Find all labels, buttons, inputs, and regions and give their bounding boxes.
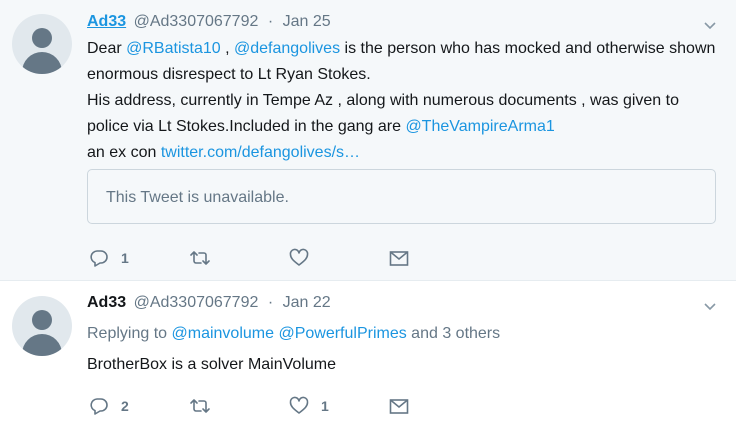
separator-dot: · (267, 13, 274, 30)
tweet-date[interactable]: Jan 25 (283, 13, 331, 30)
separator-dot: · (267, 294, 274, 311)
replying-suffix[interactable]: and 3 others (407, 325, 500, 342)
user-name[interactable]: Ad33 (87, 294, 126, 311)
replying-to: Replying to @mainvolume @PowerfulPrimes … (87, 321, 717, 347)
user-handle[interactable]: @Ad3307067792 (134, 13, 259, 30)
tweet-text-line-2: His address, currently in Tempe Az , alo… (87, 88, 717, 140)
mention-link[interactable]: @PowerfulPrimes (278, 325, 406, 342)
direct-message-button[interactable] (389, 247, 409, 269)
reply-count: 1 (121, 250, 129, 266)
like-button[interactable] (289, 247, 321, 269)
heart-icon (289, 396, 309, 414)
chevron-down-icon[interactable] (704, 303, 716, 311)
text-segment: Dear (87, 40, 127, 57)
avatar-head (32, 310, 52, 330)
retweet-icon (190, 251, 210, 265)
unavailable-text: This Tweet is unavailable. (106, 189, 289, 206)
avatar-head (32, 28, 52, 48)
tweet-text-line-1: Dear @RBatista10 , @defangolives is the … (87, 36, 717, 88)
url-link[interactable]: twitter.com/defangolives/s… (161, 144, 360, 161)
mention-link[interactable]: @TheVampireArma1 (405, 118, 554, 135)
mention-link[interactable]: @RBatista10 (126, 40, 221, 57)
like-count: 1 (321, 398, 329, 414)
text-segment: His address, currently in Tempe Az , alo… (87, 92, 679, 135)
text-segment: , (220, 40, 234, 57)
like-button[interactable]: 1 (289, 395, 329, 417)
tweet-text: BrotherBox is a solver MainVolume (87, 356, 336, 373)
user-handle[interactable]: @Ad3307067792 (134, 294, 259, 311)
tweet-header: Ad33 @Ad3307067792 · Jan 22 (87, 292, 331, 314)
reply-icon (90, 250, 108, 267)
retweet-button[interactable] (189, 247, 223, 269)
replying-prefix: Replying to (87, 325, 172, 342)
tweet-2[interactable]: Ad33 @Ad3307067792 · Jan 22 Replying to … (0, 281, 736, 427)
text-segment: an ex con (87, 144, 161, 161)
quoted-tweet-unavailable: This Tweet is unavailable. (87, 169, 716, 224)
retweet-icon (190, 399, 210, 413)
retweet-button[interactable] (189, 395, 223, 417)
reply-count: 2 (121, 398, 129, 414)
avatar[interactable] (12, 296, 72, 356)
user-name[interactable]: Ad33 (87, 13, 126, 30)
heart-icon (289, 248, 309, 266)
mention-link[interactable]: @mainvolume (172, 325, 275, 342)
envelope-icon (389, 399, 409, 414)
reply-button[interactable]: 2 (89, 395, 129, 417)
tweet-1[interactable]: Ad33 @Ad3307067792 · Jan 25 Dear @RBatis… (0, 0, 736, 281)
reply-button[interactable]: 1 (89, 247, 129, 269)
chevron-down-icon[interactable] (704, 22, 716, 30)
avatar-body (22, 52, 62, 74)
tweet-header: Ad33 @Ad3307067792 · Jan 25 (87, 11, 331, 33)
mention-link[interactable]: @defangolives (234, 40, 340, 57)
reply-icon (90, 398, 108, 415)
avatar-body (22, 334, 62, 356)
avatar[interactable] (12, 14, 72, 74)
tweet-text-line-3: an ex con twitter.com/defangolives/s… (87, 140, 717, 166)
tweet-text: Dear @RBatista10 , @defangolives is the … (87, 36, 717, 166)
envelope-icon (389, 251, 409, 266)
direct-message-button[interactable] (389, 395, 409, 417)
tweet-date[interactable]: Jan 22 (283, 294, 331, 311)
